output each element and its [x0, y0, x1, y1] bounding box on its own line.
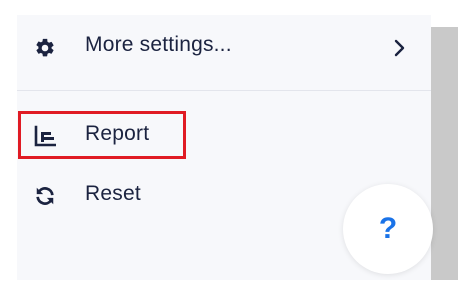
menu-item-label: Reset: [85, 182, 141, 205]
settings-menu-screen: More settings... Report Reset ?: [0, 0, 466, 293]
scrollbar[interactable]: [431, 27, 458, 280]
menu-item-label: More settings...: [85, 33, 232, 56]
menu-divider: [17, 90, 431, 91]
menu-item-more-settings[interactable]: More settings...: [17, 19, 431, 75]
gear-icon: [33, 36, 57, 60]
help-button[interactable]: ?: [343, 184, 433, 274]
question-mark-icon: ?: [378, 212, 398, 245]
chevron-right-icon: [393, 39, 407, 57]
refresh-icon: [33, 184, 57, 208]
highlight-box: [18, 111, 186, 159]
